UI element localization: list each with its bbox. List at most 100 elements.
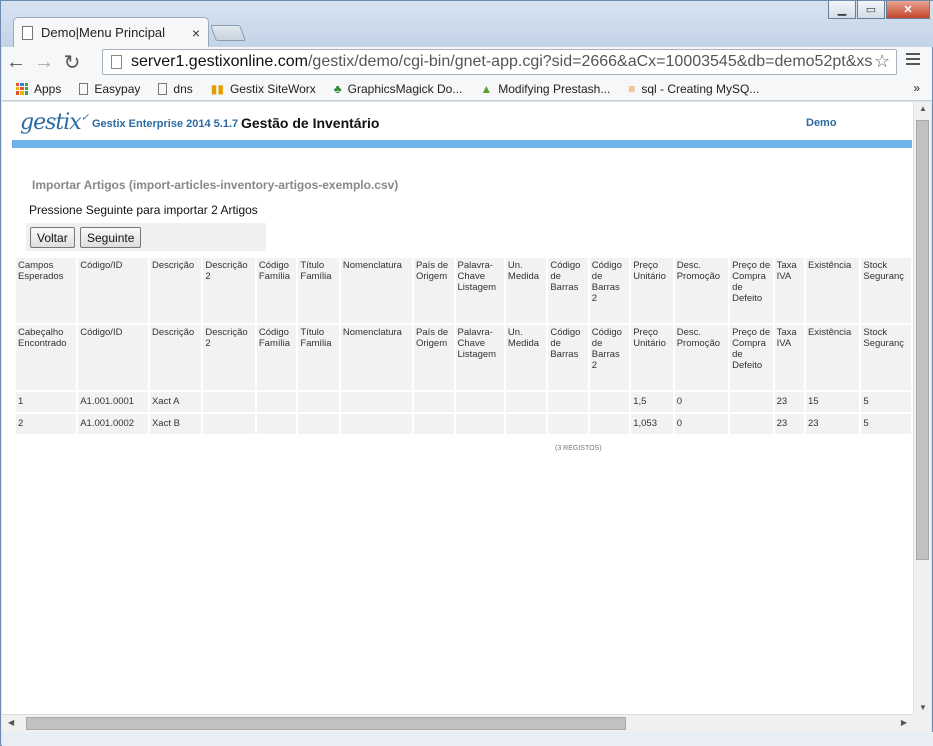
bookmark-label: Apps: [34, 81, 62, 96]
next-button[interactable]: Seguinte: [80, 227, 142, 248]
page-icon: [79, 82, 89, 95]
scroll-right-icon[interactable]: ▶: [901, 718, 907, 727]
bookmark-prestashop[interactable]: ▲ Modifying Prestash...: [480, 82, 610, 96]
menu-icon[interactable]: [906, 53, 920, 68]
bookmark-label: sql - Creating MySQ...: [641, 81, 760, 96]
bookmark-gestix-siteworx[interactable]: ▮▮ Gestix SiteWorx: [211, 82, 316, 96]
table-cell: Campos Esperados: [16, 258, 77, 323]
window-bottom-edge: [2, 732, 933, 746]
browser-window: Demo|Menu Principal × ▁ ▭ ✕ ← → ↻ server…: [0, 0, 933, 746]
table-cell: 23: [774, 414, 805, 434]
bookmarks-bar: Apps Easypay dns ▮▮ Gestix SiteWorx ♣ Gr…: [2, 77, 932, 101]
new-tab-button[interactable]: [210, 25, 246, 41]
reload-icon[interactable]: ↻: [58, 48, 86, 76]
page-content: gestix✓ Gestix Enterprise 2014 5.1.7 Ges…: [2, 102, 913, 714]
bookmark-easypay[interactable]: Easypay: [79, 82, 140, 96]
table-cell: [340, 414, 412, 434]
maximize-icon[interactable]: ▭: [857, 1, 885, 19]
table-cell: 23: [774, 392, 805, 412]
table-cell: Existência: [806, 325, 860, 390]
forward-arrow-icon[interactable]: →: [30, 48, 58, 76]
scroll-down-icon[interactable]: ▼: [919, 703, 927, 712]
table-cell: [548, 414, 588, 434]
close-window-icon[interactable]: ✕: [886, 1, 930, 19]
scrollbar-corner: [913, 714, 931, 732]
table-cell: Taxa IVA: [774, 325, 805, 390]
table-cell: Preço Unitário: [631, 325, 673, 390]
vertical-scroll-thumb[interactable]: [916, 120, 929, 560]
url-path: /gestix/demo/cgi-bin/gnet-app.cgi?sid=26…: [307, 53, 873, 70]
gestix-logo[interactable]: gestix✓: [20, 110, 89, 135]
logo-text: gestix: [20, 110, 82, 135]
bookmark-label: Easypay: [94, 81, 141, 96]
bookmark-graphicsmagick[interactable]: ♣ GraphicsMagick Do...: [334, 82, 463, 96]
table-cell: Preço de Compra de Defeito: [730, 325, 773, 390]
table-cell: [730, 414, 773, 434]
button-bar: Voltar Seguinte: [26, 223, 266, 251]
table-cell: Descrição: [149, 325, 202, 390]
more-bookmarks-icon[interactable]: »: [913, 81, 920, 95]
horizontal-scrollbar[interactable]: ◀ ▶: [2, 714, 913, 732]
table-cell: Un. Medida: [505, 258, 547, 323]
bookmark-star-icon[interactable]: ☆: [874, 51, 890, 72]
url-host: server1.gestixonline.com: [131, 53, 308, 70]
table-cell: País de Origem: [413, 325, 454, 390]
table-cell: Descrição: [149, 258, 202, 323]
page-icon: [158, 82, 168, 95]
table-cell: [730, 392, 773, 412]
bookmark-label: Modifying Prestash...: [498, 81, 611, 96]
back-button[interactable]: Voltar: [30, 227, 75, 248]
title-bar: Demo|Menu Principal × ▁ ▭ ✕: [1, 1, 933, 47]
bookmark-apps[interactable]: Apps: [16, 82, 61, 96]
bookmark-label: GraphicsMagick Do...: [347, 81, 463, 96]
table-cell: [548, 392, 588, 412]
table-row: 2 A1.001.0002 Xact B 1,053 0 23 23 5: [16, 414, 911, 434]
table-cell: Nomenclatura: [340, 258, 412, 323]
browser-toolbar: ← → ↻ server1.gestixonline.com/gestix/de…: [2, 47, 932, 77]
table-cell: Código/ID: [78, 325, 148, 390]
table-cell: Código/ID: [78, 258, 148, 323]
table-cell: Código de Barras: [548, 325, 588, 390]
horizontal-scroll-thumb[interactable]: [26, 717, 626, 730]
bookmark-dns[interactable]: dns: [158, 81, 193, 96]
tab-close-icon[interactable]: ×: [192, 25, 200, 41]
table-cell: A1.001.0002: [78, 414, 148, 434]
tab-title: Demo|Menu Principal: [41, 25, 166, 40]
field-mapping-table: Campos Esperados Código/ID Descrição Descri…: [14, 256, 913, 436]
apps-grid-icon: [16, 82, 28, 95]
bookmark-sql[interactable]: ≡ sql - Creating MySQ...: [628, 82, 759, 96]
table-cell: Código Família: [256, 325, 297, 390]
bookmark-label: Gestix SiteWorx: [229, 81, 316, 96]
module-title: Gestão de Inventário: [241, 115, 380, 131]
scroll-up-icon[interactable]: ▲: [919, 104, 927, 113]
table-cell: [589, 392, 630, 412]
table-cell: Preço Unitário: [631, 258, 673, 323]
table-cell: Descrição 2: [203, 325, 255, 390]
table-cell: 1,053: [631, 414, 673, 434]
table-cell: 2: [16, 414, 77, 434]
table-cell: Desc. Promoção: [674, 325, 729, 390]
table-cell: Descrição 2: [203, 258, 255, 323]
product-name: Gestix Enterprise 2014 5.1.7: [92, 118, 239, 130]
user-link[interactable]: Demo: [806, 117, 837, 129]
minimize-icon[interactable]: ▁: [828, 1, 856, 19]
table-cell: [505, 392, 547, 412]
table-cell: 1: [16, 392, 77, 412]
table-cell: Desc. Promoção: [674, 258, 729, 323]
prestashop-icon: ▲: [480, 81, 493, 96]
address-bar[interactable]: server1.gestixonline.com/gestix/demo/cgi…: [102, 49, 897, 75]
bookmark-label: dns: [173, 81, 193, 96]
browser-tab[interactable]: Demo|Menu Principal ×: [13, 17, 209, 47]
vertical-scrollbar[interactable]: ▲ ▼: [913, 102, 931, 714]
table-cell: Taxa IVA: [774, 258, 805, 323]
table-cell: 15: [806, 392, 860, 412]
table-cell: Existência: [806, 258, 860, 323]
table-cell: Preço de Compra de Defeito: [730, 258, 773, 323]
import-title: Importar Artigos (import-articles-invent…: [32, 178, 399, 192]
table-cell: Código Família: [256, 258, 297, 323]
table-cell: [589, 414, 630, 434]
table-cell: [505, 414, 547, 434]
back-arrow-icon[interactable]: ←: [2, 48, 30, 76]
scroll-left-icon[interactable]: ◀: [8, 718, 14, 727]
table-cell: Stock Seguranç: [861, 325, 911, 390]
